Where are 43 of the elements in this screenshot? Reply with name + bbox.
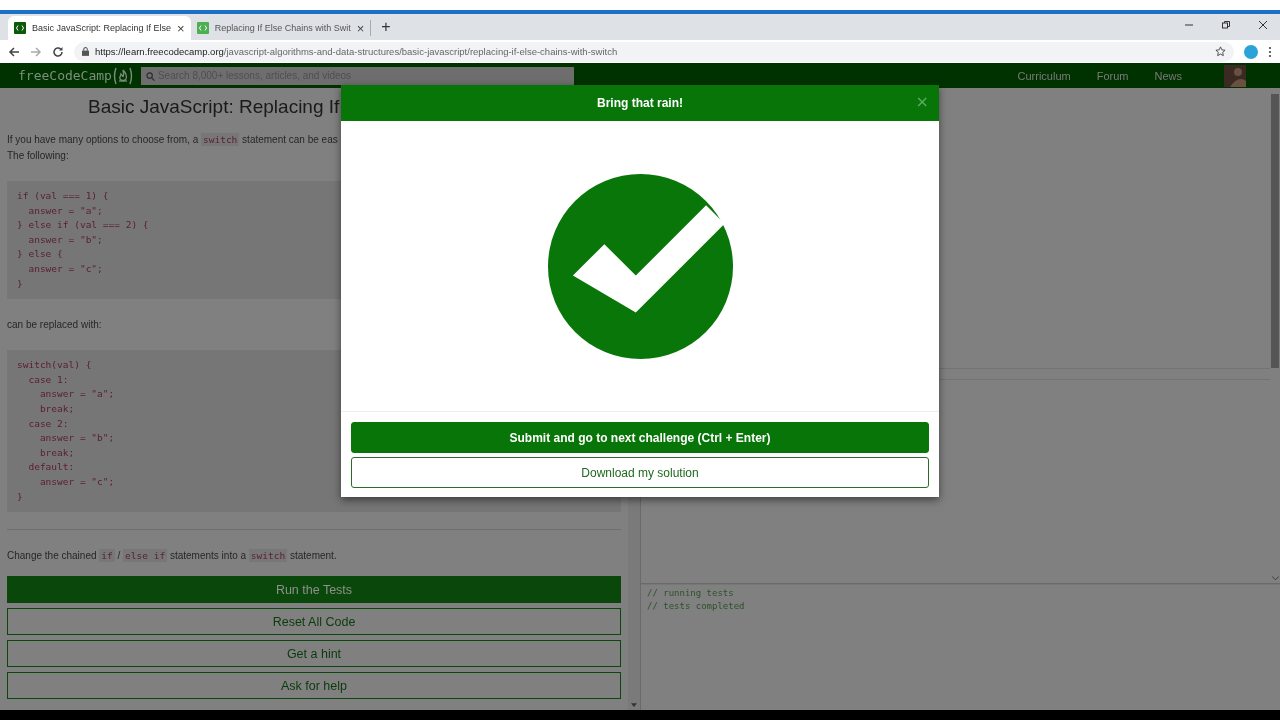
paragraph: The following: — [7, 149, 69, 163]
action-button[interactable]: Run the Tests — [7, 576, 621, 604]
action-button[interactable]: Get a hint — [7, 640, 621, 668]
star-icon[interactable] — [1215, 46, 1226, 57]
browser-tab[interactable]: Basic JavaScript: Replacing If Else × — [8, 16, 191, 40]
address-bar[interactable]: https://learn.freecodecamp.org/javascript-algorithms-and-data-structures/basic-javascript/replacing-if-else-chains-with-switch — [74, 41, 1234, 62]
url-text: https://learn.freecodecamp.org/javascript-algorithms-and-data-structures/basic-javascript/replacing-if-else-chains-with-switch — [95, 46, 618, 57]
lock-icon — [82, 47, 89, 56]
site-logo[interactable]: freeCodeCamp — [18, 68, 112, 83]
tab-title: Basic JavaScript: Replacing If Else — [32, 23, 172, 33]
modal-title: Bring that rain! — [597, 96, 683, 110]
menu-icon[interactable] — [1268, 45, 1272, 58]
console-line: // tests completed — [647, 599, 746, 612]
console-line: // running tests — [647, 587, 735, 600]
nav-link[interactable]: News — [1154, 69, 1182, 82]
paragraph: can be replaced with: — [7, 318, 102, 333]
search-icon — [145, 71, 155, 81]
dialog-button[interactable]: Submit and go to next challenge (Ctrl + Enter) — [351, 422, 929, 453]
back-icon[interactable] — [8, 45, 20, 58]
favicon-icon — [196, 22, 209, 34]
action-button[interactable]: Reset All Code — [7, 608, 621, 636]
paragraph: Change the chained if / else if statements into a switch statement. — [7, 548, 337, 565]
reload-icon[interactable] — [52, 45, 64, 58]
close-icon[interactable] — [1258, 20, 1268, 30]
dialog-button[interactable]: Download my solution — [351, 457, 929, 488]
action-button[interactable]: Ask for help — [7, 672, 621, 700]
close-button[interactable]: × — [915, 94, 929, 110]
tab-title: Replacing If Else Chains with Swit — [214, 23, 351, 33]
flame-icon — [112, 66, 133, 85]
scroll-down-icon[interactable] — [631, 703, 637, 707]
favicon-icon — [14, 22, 26, 34]
restore-icon[interactable] — [1221, 20, 1231, 30]
nav-link[interactable]: Forum — [1096, 69, 1129, 82]
nav-link[interactable]: Curriculum — [1017, 69, 1071, 82]
lesson-title: Basic JavaScript: Replacing If — [88, 96, 340, 118]
close-tab-button[interactable]: × — [177, 20, 185, 36]
scrollbar-thumb[interactable] — [1271, 94, 1279, 368]
success-check-icon — [547, 173, 733, 359]
close-tab-button[interactable]: × — [356, 20, 365, 36]
profile-icon[interactable] — [1244, 44, 1258, 59]
paragraph: If you have many options to choose from, a switch statement can be eas — [7, 132, 338, 148]
new-tab-button[interactable]: + — [377, 18, 397, 40]
browser-tab[interactable]: Replacing If Else Chains with Swit × — [190, 16, 371, 40]
